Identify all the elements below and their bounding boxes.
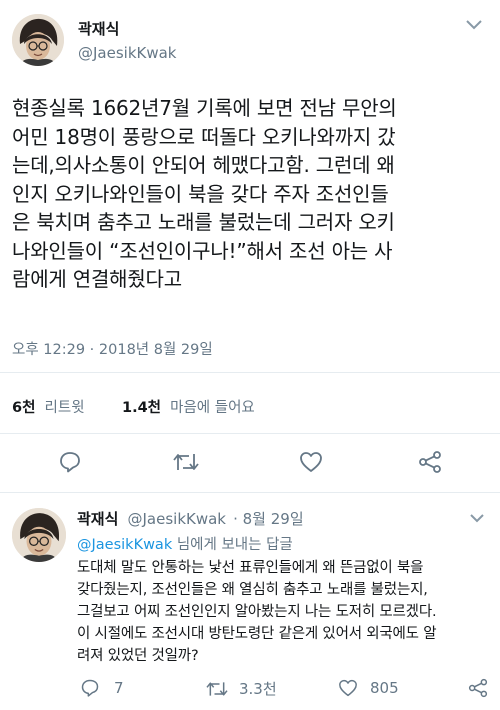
likes-stat[interactable]: 1.4천 마음에 들어요: [122, 396, 255, 417]
tweet-line: 어민 18명이 풍랑으로 떠돌다 오키나와까지 갔: [12, 124, 396, 149]
retweets-stat[interactable]: 6천 리트윗: [12, 396, 85, 417]
reply-header: 곽재식 @JaesikKwak · 8월 29일: [77, 508, 304, 529]
author-name[interactable]: 곽재식: [78, 18, 119, 39]
like-count: 805: [370, 679, 399, 697]
tweet-line: 는데,의사소통이 안되어 헤맸다고함. 그런데 왜: [12, 153, 395, 177]
divider: [0, 372, 500, 373]
reply-line: 려져 있었던 것일까?: [77, 648, 199, 664]
retweets-count: 6천: [12, 400, 36, 416]
heart-icon: [338, 679, 358, 697]
retweet-count: 3.3천: [239, 680, 277, 698]
replying-to-label: 님에게 보내는 답글: [172, 537, 293, 553]
chevron-down-icon[interactable]: [466, 20, 482, 30]
reply-line: 그걸보고 어찌 조선인인지 알아봤는지 나는 도저히 모르겠다.: [77, 604, 437, 620]
tweet-text: 현종실록 1662년7월 기록에 보면 전남 무안의 어민 18명이 풍랑으로 …: [12, 94, 498, 294]
tweet-timestamp[interactable]: 오후 12:29 · 2018년 8월 29일: [12, 338, 213, 359]
share-icon[interactable]: [468, 678, 488, 698]
retweets-label: 리트윗: [44, 400, 85, 416]
reply-author-name[interactable]: 곽재식: [77, 510, 118, 528]
author-handle[interactable]: @JaesikKwak: [78, 44, 177, 62]
reply-date[interactable]: · 8월 29일: [233, 510, 304, 528]
replying-to-handle[interactable]: @JaesikKwak: [77, 537, 172, 553]
replying-to: @JaesikKwak 님에게 보내는 답글: [77, 533, 293, 554]
author-avatar[interactable]: [12, 14, 64, 66]
reply-count: 7: [114, 679, 124, 697]
reply-line: 갖다줬는지, 조선인들은 왜 열심히 춤추고 노래를 불렀는지,: [77, 582, 428, 598]
reply-author-handle[interactable]: @JaesikKwak: [128, 510, 227, 528]
chevron-down-icon[interactable]: [470, 514, 484, 523]
reply-line: 이 시절에도 조선시대 방탄도령단 같은게 있어서 외국에도 알: [77, 626, 437, 642]
tweet-line: 람에게 연결해줬다고: [12, 267, 182, 291]
reply-like-action[interactable]: 805: [338, 679, 399, 697]
divider: [0, 492, 500, 493]
retweet-icon[interactable]: [172, 450, 200, 474]
reply-retweet-action[interactable]: 3.3천: [205, 678, 277, 699]
reply-author-avatar[interactable]: [12, 508, 66, 562]
reply-text: 도대체 말도 안통하는 낯선 표류인들에게 왜 뜬금없이 북을 갖다줬는지, 조…: [77, 557, 497, 667]
reply-icon: [80, 678, 100, 698]
likes-count: 1.4천: [122, 400, 162, 416]
reply-reply-action[interactable]: 7: [80, 678, 124, 698]
reply-line: 도대체 말도 안통하는 낯선 표류인들에게 왜 뜬금없이 북을: [77, 560, 424, 576]
divider: [0, 433, 500, 434]
tweet-line: 나와인들이 “조선인이구나!”해서 조선 아는 사: [12, 238, 393, 263]
tweet-line: 인지 오키나와인들이 북을 갖다 주자 조선인들: [12, 181, 389, 206]
likes-label: 마음에 들어요: [170, 400, 255, 416]
reply-icon[interactable]: [58, 450, 82, 474]
tweet-line: 현종실록 1662년7월 기록에 보면 전남 무안의: [12, 96, 397, 120]
share-icon[interactable]: [418, 450, 442, 474]
heart-icon[interactable]: [299, 451, 323, 473]
retweet-icon: [205, 679, 229, 699]
tweet-line: 은 북치며 춤추고 노래를 불렀는데 그러자 오키: [12, 210, 395, 234]
